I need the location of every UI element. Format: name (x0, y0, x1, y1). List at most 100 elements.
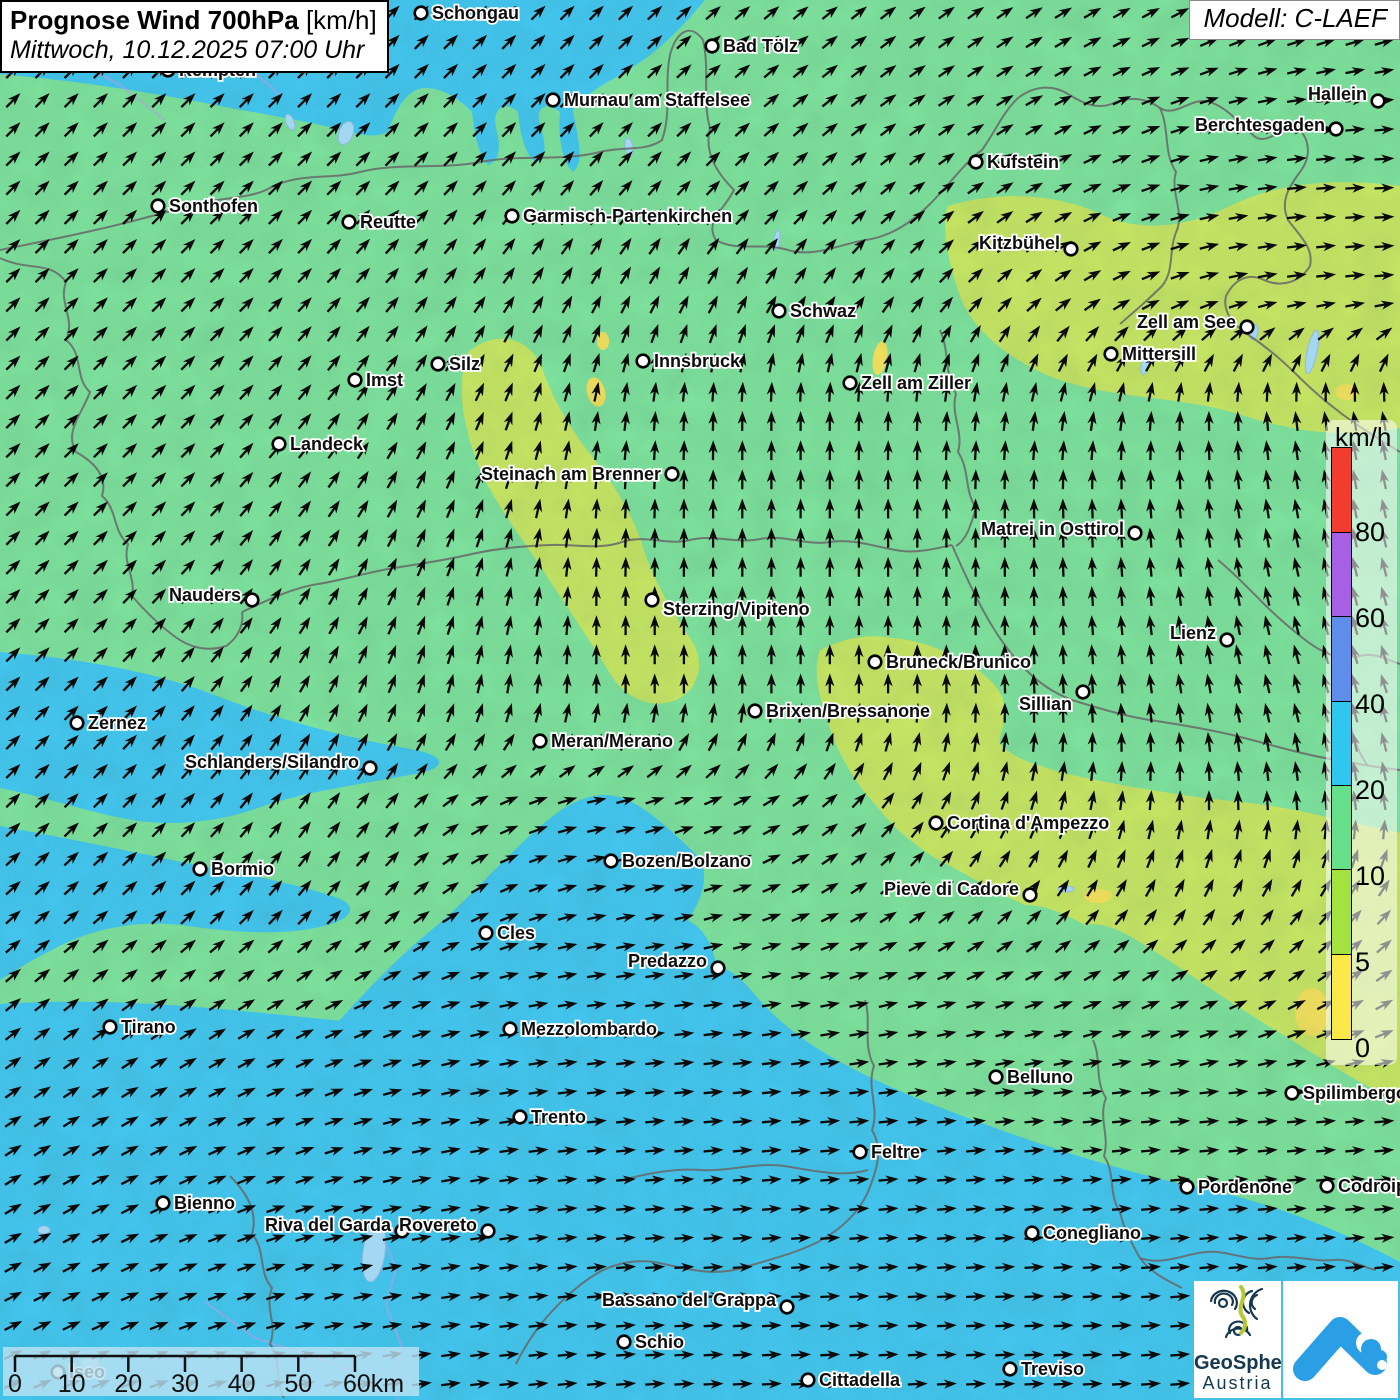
city-marker (1286, 1087, 1299, 1100)
city-label: Murnau am Staffelsee (564, 90, 750, 110)
city-label: Tirano (121, 1017, 176, 1037)
city-marker (1221, 634, 1234, 647)
city-label: Cortina d'Ampezzo (947, 813, 1109, 833)
legend-segment (1331, 701, 1352, 787)
city-marker (1024, 889, 1037, 902)
city-marker (749, 705, 762, 718)
city-label: Spilimbergo (1303, 1083, 1400, 1103)
city-label: Riva del Garda (265, 1215, 392, 1235)
city-label: Meran/Merano (551, 731, 673, 751)
city-label: Schwaz (790, 301, 856, 321)
city-label: Mezzolombardo (521, 1019, 657, 1039)
city-label: Pieve di Cadore (884, 879, 1019, 899)
city-marker (706, 40, 719, 53)
model-label: Modell: C-LAEF (1189, 0, 1400, 40)
city-label: Treviso (1021, 1359, 1084, 1379)
city-marker (970, 156, 983, 169)
city-label: Cittadella (819, 1370, 901, 1390)
scale-tick-label: 30 (171, 1370, 199, 1396)
city-marker (802, 1374, 815, 1387)
city-label: Zell am Ziller (861, 373, 971, 393)
city-marker (712, 962, 725, 975)
city-label: Schlanders/Silandro (185, 752, 359, 772)
city-label: Conegliano (1043, 1223, 1141, 1243)
city-marker (666, 468, 679, 481)
city-label: Bozen/Bolzano (622, 851, 751, 871)
city-marker (1181, 1181, 1194, 1194)
city-marker (1321, 1180, 1334, 1193)
title-box: Prognose Wind 700hPa [km/h] Mittwoch, 10… (0, 0, 389, 73)
city-marker (637, 355, 650, 368)
legend-tick-label: 20 (1355, 777, 1397, 804)
city-marker (415, 7, 428, 20)
city-marker (1241, 321, 1254, 334)
city-label: Brixen/Bressanone (766, 701, 930, 721)
legend-segment (1331, 532, 1352, 618)
city-label: Sterzing/Vipiteno (663, 599, 810, 619)
city-marker (1004, 1363, 1017, 1376)
city-label: Berchtesgaden (1195, 115, 1325, 135)
city-label: Sonthofen (169, 196, 258, 216)
city-label: Rovereto (399, 1215, 477, 1235)
city-marker (514, 1111, 527, 1124)
city-marker (869, 656, 882, 669)
mountain-cloud-icon (1283, 1281, 1398, 1398)
city-label: Steinach am Brenner (481, 464, 661, 484)
partner-logo-box (1283, 1281, 1398, 1398)
legend-color-bar (1331, 449, 1352, 1040)
city-marker (432, 358, 445, 371)
city-marker (71, 717, 84, 730)
city-label: Zernez (88, 713, 146, 733)
scale-tick-label: 0 (8, 1370, 22, 1396)
city-marker (157, 1197, 170, 1210)
city-label: Schongau (432, 3, 519, 23)
legend-tick-label: 0 (1355, 1035, 1397, 1062)
city-marker (364, 762, 377, 775)
city-label: Landeck (290, 434, 364, 454)
city-label: Silz (449, 354, 480, 374)
scale-ruler: 0102030405060km (3, 1347, 419, 1396)
geosphere-logo-box: GeoSphere Austria (1194, 1281, 1281, 1398)
city-marker (781, 1301, 794, 1314)
city-marker (773, 305, 786, 318)
page-title: Prognose Wind 700hPa [km/h] (10, 5, 377, 36)
city-label: Matrei in Osttirol (981, 519, 1124, 539)
scale-tick-label: 40 (228, 1370, 256, 1396)
lake (38, 1226, 50, 1234)
city-label: Bruneck/Brunico (886, 652, 1031, 672)
city-marker (480, 927, 493, 940)
city-label: Pordenone (1198, 1177, 1292, 1197)
city-label: Imst (366, 370, 403, 390)
city-marker (854, 1146, 867, 1159)
city-marker (482, 1225, 495, 1238)
city-marker (990, 1071, 1003, 1084)
geosphere-country: Austria (1194, 1374, 1281, 1393)
city-label: Bassano del Grappa (602, 1290, 777, 1310)
city-marker (504, 1023, 517, 1036)
legend-segment (1331, 785, 1352, 871)
city-label: Kitzbühel (979, 233, 1060, 253)
city-marker (343, 216, 356, 229)
city-label: Zell am See (1137, 312, 1236, 332)
city-marker (194, 863, 207, 876)
legend-tick-label: 5 (1355, 949, 1397, 976)
wind-speed-legend: km/h 806040201050 (1326, 420, 1397, 1065)
weather-map-screen: SchongauBad TölzKemptenMurnau am Staffel… (0, 0, 1400, 1400)
city-marker (1129, 527, 1142, 540)
legend-tick-label: 40 (1355, 691, 1397, 718)
legend-tick-label: 80 (1355, 519, 1397, 546)
contour-lines-icon (1205, 1281, 1271, 1347)
city-label: Feltre (871, 1142, 920, 1162)
city-label: Sillian (1019, 694, 1072, 714)
city-marker (1105, 348, 1118, 361)
city-marker (646, 594, 659, 607)
city-marker (605, 855, 618, 868)
legend-tick-label: 60 (1355, 605, 1397, 632)
city-marker (1065, 243, 1078, 256)
city-label: Garmisch-Partenkirchen (523, 206, 732, 226)
legend-segment (1331, 447, 1352, 533)
city-label: Trento (531, 1107, 586, 1127)
scale-tick-label: 20 (114, 1370, 142, 1396)
city-label: Kufstein (987, 152, 1059, 172)
scale-tick-label: 50 (284, 1370, 312, 1396)
